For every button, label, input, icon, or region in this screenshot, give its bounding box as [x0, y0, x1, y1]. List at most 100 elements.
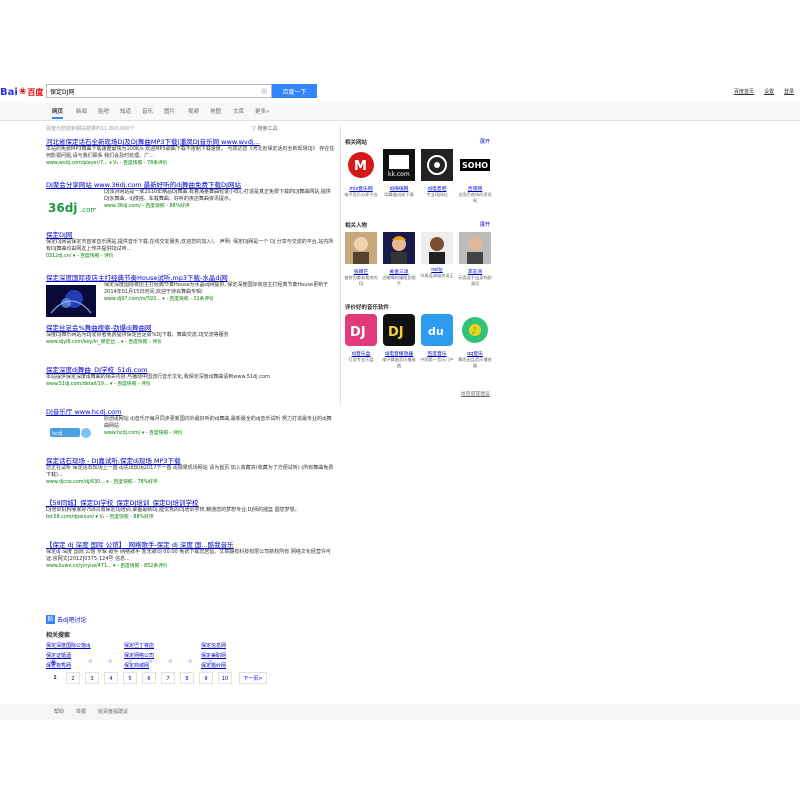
search-button[interactable]: 百度一下: [272, 84, 317, 98]
person-card[interactable]: 张颖芒 被称为最有票房的DJ: [343, 232, 379, 286]
page-link[interactable]: 5: [123, 672, 137, 684]
result-url[interactable]: www.djyl8.com/key/in_保定丝... ▾ - 百度快照 - 评…: [46, 339, 336, 346]
dj-box-icon: DJ: [345, 314, 377, 346]
footer-report-link[interactable]: 举报: [76, 708, 86, 715]
site-desc: 专业DJ网站: [426, 192, 448, 197]
tieba-link[interactable]: 贴 去dj吧讨论: [46, 615, 86, 624]
svg-text:.com: .com: [80, 206, 96, 214]
result-title[interactable]: 保定丝足会%舞曲搜索-劲爆dj舞曲网: [46, 324, 336, 332]
tab-music[interactable]: 音乐: [142, 107, 153, 115]
site-logo-image[interactable]: 36dj .com: [46, 191, 96, 223]
result-url[interactable]: 0312dj.cn/ ▾ - 百度快照 - 评价: [46, 253, 336, 260]
hcdj-logo-image[interactable]: hcdj: [48, 422, 94, 444]
paw-icon: ❀: [18, 87, 27, 97]
result-title[interactable]: 保定DJ网: [46, 231, 336, 239]
footer-feedback-link[interactable]: 给百度提建议: [98, 708, 128, 715]
result-title[interactable]: 【保定 dj 深度 国际 公馆】_网络歌手-保定 dj 深度 国...酷我音乐: [46, 541, 336, 549]
top-links: 百度首页 设置 登录: [734, 88, 794, 95]
app-name: dj电音播放器: [384, 352, 414, 357]
next-page-link[interactable]: 下一页>: [239, 672, 267, 684]
settings-link[interactable]: 设置: [764, 88, 774, 95]
page-link[interactable]: 10: [218, 672, 232, 684]
app-card[interactable]: DJ dj音乐盒 打造专业乐盘: [343, 314, 379, 363]
app-card[interactable]: DJ dj电音播放器 电子舞曲音乐播放器: [381, 314, 417, 368]
person-card[interactable]: 李志洲 元类选手出身戏剧演员: [457, 232, 493, 286]
baidu-logo[interactable]: Bai ❀ 百度: [0, 84, 44, 100]
result-url[interactable]: www.djcoo.com/dj/630... ▾ - 百度快照 - 78%好评: [46, 479, 336, 486]
app-card[interactable]: du 百度音乐 中国第一音乐门户: [419, 314, 455, 363]
soho-logo-image: SOHO: [459, 149, 491, 181]
result-desc: DJ培训机构哪家好?58同城保定DJ培训,掌握最新DJ,能优秀的DJ培训学校,精…: [46, 507, 300, 513]
app-name: dj音乐盒: [351, 352, 371, 357]
expand-sites-link[interactable]: 展开: [480, 138, 490, 145]
page-link[interactable]: 3: [85, 672, 99, 684]
result-title[interactable]: DJ聚会分享网站 www.36dj.com 最新好听的dj舞曲免费下载DJ网站: [46, 181, 336, 189]
person-name: 李志洲: [467, 270, 483, 275]
app-name: 百度音乐: [427, 352, 447, 357]
result-title[interactable]: 河北省保定话石全新现场DJ及DJ舞曲MP3下载|潘凤DJ音乐网 www.wvdj…: [46, 138, 336, 146]
dj-bar-logo-image: [421, 149, 453, 181]
tab-images[interactable]: 图片: [164, 107, 175, 115]
app-desc: 打造专业乐盘: [348, 357, 374, 362]
person-card[interactable]: 关金三洋 过硬嗓的耀眼女歌手: [381, 232, 417, 286]
tab-news[interactable]: 新闻: [76, 107, 87, 115]
page-link[interactable]: 9: [199, 672, 213, 684]
site-card[interactable]: dj电音吧 专业DJ网站: [419, 149, 455, 198]
page-link[interactable]: 4: [104, 672, 118, 684]
tab-tieba[interactable]: 贴吧: [98, 107, 109, 115]
result-url[interactable]: www.kuwo.cn/yinyue/471... ▾ - 百度快照 - 852…: [46, 563, 336, 570]
result-url[interactable]: www.36dj.com/ - 百度快照 - 88%好评: [104, 203, 336, 210]
result-url[interactable]: www.51dj.com/detail/19... ▾ - 百度快照 - 评价: [46, 381, 336, 388]
related-item[interactable]: 保定兼职网: [201, 652, 226, 659]
result-title[interactable]: 保定话石现场 - DJ嘉试听,保定dj现场 MP3下载: [46, 457, 336, 465]
tab-web[interactable]: 网页: [52, 107, 64, 119]
search-result: 保定DJ网 保定DJ网是保定市首家音乐网站,提供音乐下载,在线交友服务,欢迎您的…: [46, 231, 336, 260]
person-card[interactable]: nelly 节奏蓝调维欢说王: [419, 232, 455, 279]
home-link[interactable]: 百度首页: [734, 88, 754, 95]
nightclub-image[interactable]: [46, 285, 96, 317]
person-desc: 节奏蓝调维欢说王: [420, 273, 454, 278]
camera-icon[interactable]: ◎: [261, 87, 269, 95]
result-title[interactable]: 保定深度国际夜店主打经典节奏House试听,mp3下载-水晶dj网: [46, 274, 336, 282]
tab-more[interactable]: 更多»: [255, 107, 269, 115]
related-item[interactable]: 保定巴丁夜店: [124, 642, 154, 649]
search-tools[interactable]: ▽ 搜索工具: [252, 125, 277, 132]
tab-video[interactable]: 视频: [188, 107, 199, 115]
login-link[interactable]: 登录: [784, 88, 794, 95]
paw-icon: ❀: [148, 658, 154, 665]
search-box[interactable]: ◎: [46, 84, 272, 98]
tab-zhidao[interactable]: 知道: [120, 107, 131, 115]
related-item[interactable]: 保定婚纱网: [201, 662, 226, 669]
result-url[interactable]: bd.58.com/dpeixun/ ▾ V₁ - 百度快照 - 88%好评: [46, 514, 336, 521]
result-count: 百度为您找到相关结果约11,000,000个: [46, 126, 135, 132]
site-card[interactable]: kk.com dj嗨嗨网 DJ舞曲试听下载: [381, 149, 417, 198]
result-title[interactable]: 【58同城】保定DJ学校_保定DJ培训_保定DJ培训学校: [46, 499, 336, 507]
dj-player-icon: DJ: [383, 314, 415, 346]
site-card[interactable]: SOHO 舌夜网 全国舌夜场所资讯网: [457, 149, 493, 203]
expand-people-link[interactable]: 展开: [480, 221, 490, 228]
result-url[interactable]: www.hcdj.com/ ▾ - 百度快照 - 评价: [104, 430, 336, 437]
right-panel: 相关网站 展开 M mix音乐网 电子音乐分享平台 kk.com dj嗨嗨网 D…: [340, 125, 496, 405]
related-item[interactable]: 保定信息网: [201, 642, 226, 649]
search-input[interactable]: [47, 85, 253, 97]
result-title[interactable]: DJ音乐厅 www.hcdj.com: [46, 408, 336, 416]
page-link[interactable]: 2: [66, 672, 80, 684]
site-name: 舌夜网: [467, 187, 483, 192]
site-card[interactable]: M mix音乐网 电子音乐分享平台: [343, 149, 379, 198]
search-result: 保定深度dj舞曲_DJ学校_51dj.com 本站提供保定深度dj舞曲的相关内容…: [46, 366, 336, 388]
paw-icon: ❀: [50, 658, 57, 667]
result-url[interactable]: www.wvdj.com/player/7... ▾ V₁ - 百度快照 - 7…: [46, 160, 336, 167]
feedback-link[interactable]: 给百度提建议: [461, 390, 490, 397]
paw-icon: ❀: [128, 658, 134, 665]
tab-wenku[interactable]: 文库: [233, 107, 244, 115]
page-link[interactable]: 8: [180, 672, 194, 684]
result-url[interactable]: www.dj97.com/m/593... ▾ - 百度快照 - 32条评价: [104, 296, 336, 303]
site-desc: DJ舞曲试听下载: [384, 192, 414, 197]
related-item[interactable]: 保定深度国际公馆dj: [46, 642, 91, 649]
footer-help-link[interactable]: 帮助: [54, 708, 64, 715]
app-card[interactable]: ♪ qq音乐 腾讯出品音乐播放器: [457, 314, 493, 368]
tab-map[interactable]: 地图: [210, 107, 221, 115]
page-link[interactable]: 6: [142, 672, 156, 684]
page-link[interactable]: 7: [161, 672, 175, 684]
result-title[interactable]: 保定深度dj舞曲_DJ学校_51dj.com: [46, 366, 336, 374]
